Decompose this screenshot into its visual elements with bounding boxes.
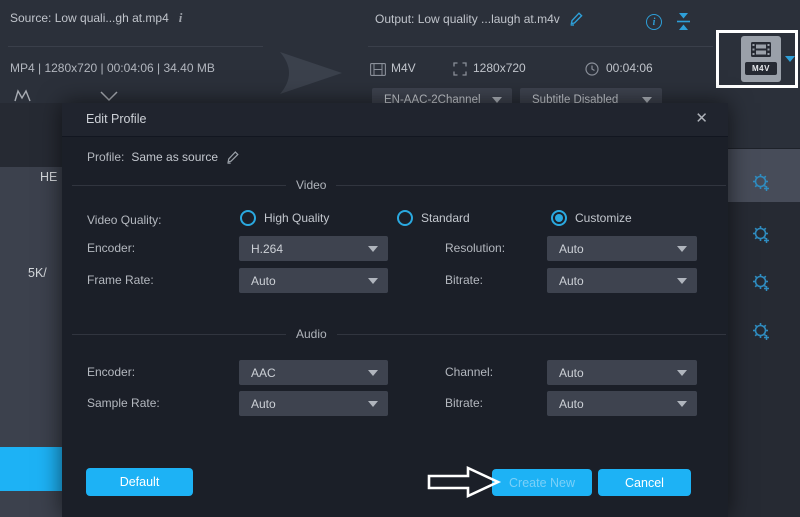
profile-list-item[interactable]: HE bbox=[40, 170, 57, 184]
dropdown-arrow-icon bbox=[677, 278, 687, 284]
profile-edit-icon[interactable] bbox=[225, 149, 241, 165]
divider bbox=[72, 334, 726, 335]
output-format-value: M4V bbox=[391, 61, 416, 75]
selected-profile-item[interactable] bbox=[0, 447, 62, 491]
channel-value: Auto bbox=[559, 366, 584, 380]
right-panel bbox=[728, 103, 800, 517]
source-label: Source: Low quali...gh at.mp4 bbox=[10, 11, 169, 25]
sample-rate-label: Sample Rate: bbox=[87, 396, 160, 410]
annotation-arrow-icon bbox=[426, 465, 502, 499]
clock-icon bbox=[585, 62, 599, 76]
output-duration-value: 00:04:06 bbox=[606, 61, 653, 75]
left-panel-top bbox=[0, 103, 62, 167]
video-quality-label: Video Quality: bbox=[87, 213, 162, 227]
source-info-icon[interactable]: i bbox=[179, 10, 183, 26]
left-panel-bottom bbox=[0, 491, 62, 517]
divider bbox=[8, 46, 263, 47]
dropdown-arrow-icon bbox=[677, 370, 687, 376]
info-glyph: i bbox=[653, 17, 656, 28]
frame-rate-value: Auto bbox=[251, 274, 276, 288]
arrow-right-icon bbox=[280, 50, 344, 96]
video-encoder-value: H.264 bbox=[251, 242, 283, 256]
sample-rate-value: Auto bbox=[251, 397, 276, 411]
audio-encoder-label: Encoder: bbox=[87, 365, 135, 379]
video-bitrate-dropdown[interactable]: Auto bbox=[547, 268, 697, 293]
radio-circle-icon bbox=[551, 210, 567, 226]
gear-plus-icon[interactable] bbox=[752, 273, 771, 292]
resolution-label: Resolution: bbox=[445, 241, 505, 255]
frame-rate-dropdown[interactable]: Auto bbox=[239, 268, 388, 293]
video-section-title: Video bbox=[286, 178, 336, 192]
default-button[interactable]: Default bbox=[86, 468, 193, 496]
profile-name-value: Same as source bbox=[131, 150, 218, 164]
dropdown-arrow-icon bbox=[368, 246, 378, 252]
audio-section-title: Audio bbox=[286, 327, 337, 341]
edit-profile-dialog: Edit Profile ✕ Profile: Same as source V… bbox=[62, 103, 728, 517]
divider bbox=[368, 46, 713, 47]
audio-bitrate-dropdown[interactable]: Auto bbox=[547, 391, 697, 416]
wave-tool-icon[interactable] bbox=[14, 88, 36, 102]
dropdown-arrow-icon bbox=[677, 246, 687, 252]
resolution-expand-icon bbox=[453, 62, 467, 76]
radio-standard[interactable]: Standard bbox=[397, 210, 470, 226]
radio-circle-icon bbox=[397, 210, 413, 226]
sample-rate-dropdown[interactable]: Auto bbox=[239, 391, 388, 416]
video-bitrate-value: Auto bbox=[559, 274, 584, 288]
dropdown-arrow-icon bbox=[368, 401, 378, 407]
video-encoder-dropdown[interactable]: H.264 bbox=[239, 236, 388, 261]
output-label: Output: Low quality ...laugh at.m4v bbox=[375, 12, 560, 26]
radio-customize[interactable]: Customize bbox=[551, 210, 632, 226]
audio-bitrate-value: Auto bbox=[559, 397, 584, 411]
right-panel-header bbox=[728, 103, 800, 148]
radio-label: Standard bbox=[421, 211, 470, 225]
rename-edit-icon[interactable] bbox=[568, 10, 585, 27]
film-icon bbox=[370, 63, 386, 76]
radio-circle-icon bbox=[240, 210, 256, 226]
dropdown-arrow-icon bbox=[368, 370, 378, 376]
video-bitrate-label: Bitrate: bbox=[445, 273, 483, 287]
dialog-title: Edit Profile bbox=[86, 112, 146, 126]
dropdown-arrow-icon bbox=[677, 401, 687, 407]
create-new-button[interactable]: Create New bbox=[492, 469, 592, 496]
cancel-button[interactable]: Cancel bbox=[598, 469, 691, 496]
output-info-icon[interactable]: i bbox=[646, 14, 662, 30]
audio-bitrate-label: Bitrate: bbox=[445, 396, 483, 410]
profile-label: Profile: bbox=[87, 150, 124, 164]
profile-list-item[interactable]: 5K/ bbox=[28, 266, 47, 280]
frame-rate-label: Frame Rate: bbox=[87, 273, 154, 287]
radio-label: High Quality bbox=[264, 211, 329, 225]
chevron-down-icon[interactable] bbox=[100, 90, 118, 102]
profile-row: Profile: Same as source bbox=[87, 149, 241, 165]
collapse-panel-icon[interactable] bbox=[676, 12, 691, 31]
radio-label: Customize bbox=[575, 211, 632, 225]
profile-list-panel: HE 5K/ bbox=[0, 167, 62, 447]
output-resolution-value: 1280x720 bbox=[473, 61, 526, 75]
gear-plus-icon[interactable] bbox=[752, 225, 771, 244]
gear-plus-icon[interactable] bbox=[752, 322, 771, 341]
close-icon[interactable]: ✕ bbox=[695, 110, 708, 127]
source-row: Source: Low quali...gh at.mp4 i bbox=[10, 10, 182, 26]
channel-label: Channel: bbox=[445, 365, 493, 379]
source-media-info: MP4 | 1280x720 | 00:04:06 | 34.40 MB bbox=[10, 61, 215, 75]
radio-high-quality[interactable]: High Quality bbox=[240, 210, 329, 226]
dropdown-arrow-icon bbox=[368, 278, 378, 284]
audio-encoder-dropdown[interactable]: AAC bbox=[239, 360, 388, 385]
audio-encoder-value: AAC bbox=[251, 366, 276, 380]
output-row: Output: Low quality ...laugh at.m4v bbox=[375, 10, 585, 27]
video-encoder-label: Encoder: bbox=[87, 241, 135, 255]
gear-plus-icon[interactable] bbox=[752, 173, 771, 192]
resolution-dropdown[interactable]: Auto bbox=[547, 236, 697, 261]
dialog-header: Edit Profile ✕ bbox=[62, 103, 728, 137]
app-window: Source: Low quali...gh at.mp4 i MP4 | 12… bbox=[0, 0, 800, 517]
channel-dropdown[interactable]: Auto bbox=[547, 360, 697, 385]
resolution-value: Auto bbox=[559, 242, 584, 256]
annotation-highlight-box bbox=[716, 30, 798, 88]
divider bbox=[72, 185, 726, 186]
